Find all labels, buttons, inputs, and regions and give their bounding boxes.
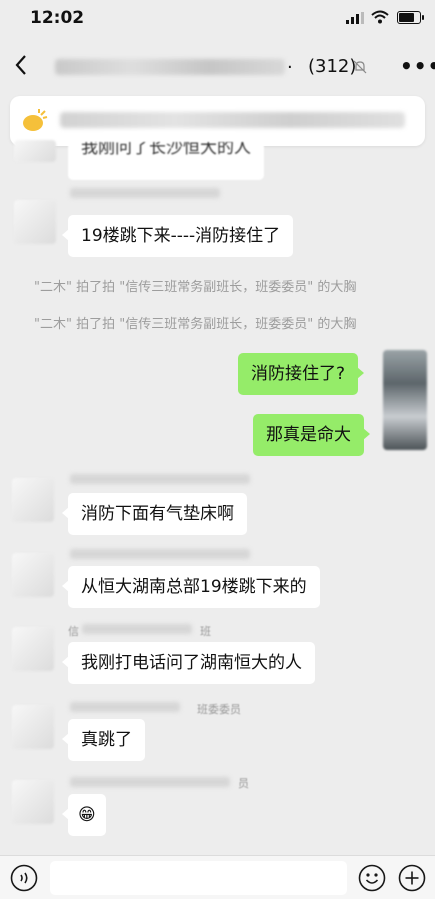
more-dots-icon[interactable]: ••• (400, 54, 435, 78)
message-text: 从恒大湖南总部19楼跳下来的 (81, 577, 307, 597)
avatar-self[interactable] (383, 350, 427, 450)
back-chevron-icon[interactable] (14, 54, 28, 76)
system-message: "二木" 拍了拍 "信传三班常务副班长，班委委员" 的大胸 (34, 317, 357, 332)
avatar[interactable] (12, 627, 54, 671)
chat-header: . (312) ••• (0, 36, 435, 94)
battery-icon (397, 11, 424, 24)
message-bubble[interactable]: 我刚问了长沙恒大的人 (68, 142, 264, 180)
wifi-icon (371, 10, 389, 24)
sender-name-blurred (70, 702, 180, 712)
mute-bell-icon (353, 60, 367, 74)
sender-name-fragment: 班 (200, 625, 211, 638)
chat-input-bar (0, 855, 435, 899)
status-bar: 12:02 (0, 0, 435, 36)
sender-name-fragment: 员 (238, 777, 249, 790)
plus-icon[interactable] (398, 864, 426, 892)
message-bubble[interactable]: 真跳了 (62, 719, 145, 761)
message-text: 19楼跳下来----消防接住了 (81, 226, 281, 246)
group-name-blurred (55, 59, 285, 75)
sender-name-fragment: 信 (68, 625, 79, 638)
avatar[interactable] (14, 140, 56, 162)
group-announcement-bar[interactable] (10, 96, 425, 146)
sender-name-blurred (70, 777, 230, 787)
avatar[interactable] (12, 553, 54, 597)
avatar[interactable] (14, 200, 56, 244)
avatar[interactable] (12, 705, 54, 749)
message-bubble-self[interactable]: 消防接住了? (238, 353, 365, 395)
sender-name-blurred (70, 474, 250, 484)
announcement-icon (23, 109, 48, 131)
message-bubble[interactable]: 19楼跳下来----消防接住了 (61, 215, 294, 257)
system-message: "二木" 拍了拍 "信传三班常务副班长，班委委员" 的大胸 (34, 280, 357, 295)
message-text: 消防下面有气垫床啊 (81, 504, 234, 524)
status-time: 12:02 (30, 8, 85, 28)
avatar[interactable] (12, 780, 54, 824)
sender-name-blurred (70, 549, 250, 559)
sender-name-blurred (70, 188, 220, 198)
voice-icon[interactable] (10, 864, 38, 892)
message-text: 我刚问了长沙恒大的人 (81, 142, 251, 158)
announcement-text-blurred (60, 112, 405, 128)
member-count: (312) (308, 56, 357, 77)
group-name-suffix: . (287, 52, 293, 73)
message-text: 那真是命大 (266, 425, 351, 445)
message-bubble[interactable]: 从恒大湖南总部19楼跳下来的 (62, 566, 320, 608)
message-bubble-self[interactable]: 那真是命大 (253, 414, 370, 456)
message-text: 我刚打电话问了湖南恒大的人 (81, 653, 302, 673)
signal-icon (346, 12, 364, 24)
message-bubble[interactable]: 我刚打电话问了湖南恒大的人 (62, 642, 315, 684)
message-text: 消防接住了? (251, 364, 346, 384)
message-bubble[interactable]: 消防下面有气垫床啊 (62, 493, 247, 535)
grin-emoji-icon: 😁 (78, 805, 96, 825)
avatar[interactable] (12, 478, 54, 522)
message-bubble[interactable]: 😁 (62, 794, 106, 836)
sender-name-blurred (82, 624, 192, 634)
sender-name-fragment: 班委委员 (197, 703, 241, 716)
emoji-icon[interactable] (358, 864, 386, 892)
message-text: 真跳了 (81, 730, 132, 750)
message-input[interactable] (50, 861, 347, 895)
